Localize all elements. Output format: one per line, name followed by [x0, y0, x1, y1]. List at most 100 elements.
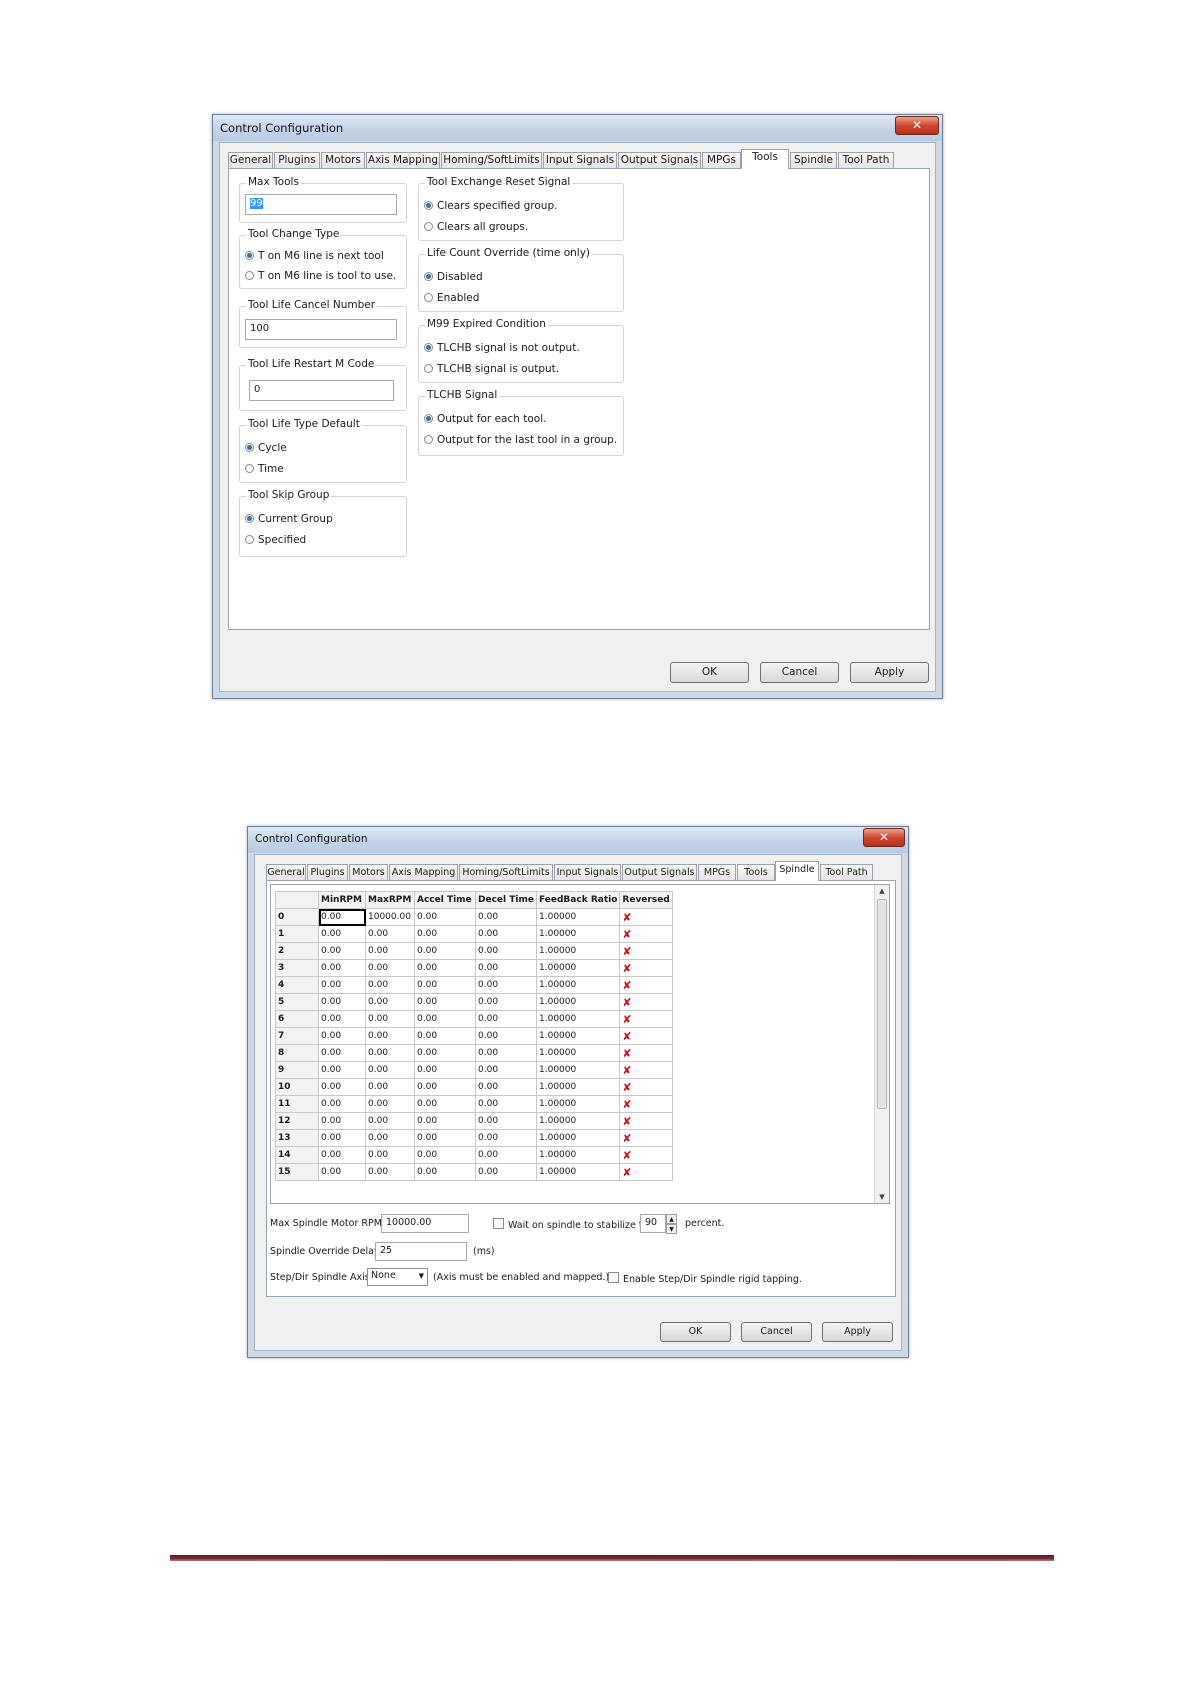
radio-current-group[interactable]: Current Group: [245, 513, 333, 525]
table-cell[interactable]: 0.00: [318, 1112, 366, 1130]
tab-spindle[interactable]: Spindle: [790, 152, 837, 168]
override-delay-input[interactable]: 25: [375, 1242, 467, 1261]
table-row[interactable]: 3 0.00 0.00 0.00 0.00 1.00000 ✘: [275, 959, 674, 977]
table-cell[interactable]: 1.00000: [535, 1078, 621, 1096]
table-cell[interactable]: 0.00: [475, 1044, 537, 1062]
table-cell[interactable]: 0.00: [414, 1044, 476, 1062]
radio-t-on-m6-next[interactable]: T on M6 line is next tool: [245, 250, 384, 262]
tab-general[interactable]: General: [266, 864, 306, 880]
table-cell[interactable]: 0.00: [365, 942, 415, 960]
radio-disabled[interactable]: Disabled: [424, 271, 483, 283]
reversed-x-icon[interactable]: ✘: [619, 1044, 674, 1062]
table-cell[interactable]: 0.00: [318, 976, 366, 994]
table-cell[interactable]: 0.00: [475, 1061, 537, 1079]
tab-plugins[interactable]: Plugins: [307, 864, 348, 880]
tab-output-signals[interactable]: Output Signals: [618, 152, 701, 168]
table-cell[interactable]: 0.00: [318, 942, 366, 960]
table-cell[interactable]: 0.00: [475, 942, 537, 960]
table-cell[interactable]: 0.00: [414, 1129, 476, 1147]
table-row[interactable]: 2 0.00 0.00 0.00 0.00 1.00000 ✘: [275, 942, 674, 960]
table-cell[interactable]: 0.00: [318, 1129, 366, 1147]
table-cell[interactable]: 0.00: [475, 1027, 537, 1045]
table-cell[interactable]: 0.00: [318, 993, 366, 1011]
ok-button[interactable]: OK: [670, 662, 749, 683]
table-row[interactable]: 10 0.00 0.00 0.00 0.00 1.00000 ✘: [275, 1078, 674, 1096]
tab-output-signals[interactable]: Output Signals: [622, 864, 697, 880]
close-button[interactable]: ✕: [895, 116, 939, 135]
tab-input-signals[interactable]: Input Signals: [543, 152, 617, 168]
table-cell[interactable]: 0.00: [475, 976, 537, 994]
radio-output-last-tool[interactable]: Output for the last tool in a group.: [424, 434, 617, 446]
table-row[interactable]: 11 0.00 0.00 0.00 0.00 1.00000 ✘: [275, 1095, 674, 1113]
table-cell[interactable]: 0.00: [475, 993, 537, 1011]
table-cell[interactable]: 0.00: [365, 1095, 415, 1113]
apply-button[interactable]: Apply: [822, 1322, 893, 1342]
tool-life-restart-input[interactable]: 0: [249, 380, 394, 401]
table-cell[interactable]: 0.00: [414, 1146, 476, 1164]
table-cell[interactable]: 0.00: [365, 1010, 415, 1028]
radio-cycle[interactable]: Cycle: [245, 442, 287, 454]
table-cell[interactable]: 0.00: [318, 1146, 366, 1164]
table-cell[interactable]: 0.00: [475, 1146, 537, 1164]
max-tools-input[interactable]: 99: [245, 194, 397, 215]
title-bar[interactable]: Control Configuration ✕: [248, 827, 908, 853]
tab-mpgs[interactable]: MPGs: [702, 152, 741, 168]
tab-input-signals[interactable]: Input Signals: [554, 864, 621, 880]
table-cell[interactable]: 0.00: [475, 1010, 537, 1028]
radio-specified[interactable]: Specified: [245, 534, 306, 546]
table-cell[interactable]: 0.00: [365, 1112, 415, 1130]
table-row[interactable]: 0 0.00 10000.00 0.00 0.00 1.00000 ✘: [275, 908, 674, 926]
table-cell[interactable]: 0.00: [318, 1044, 366, 1062]
table-cell[interactable]: 0.00: [475, 959, 537, 977]
radio-t-on-m6-use[interactable]: T on M6 line is tool to use.: [245, 270, 396, 282]
table-cell[interactable]: 0.00: [365, 976, 415, 994]
table-cell[interactable]: 0.00: [414, 1163, 476, 1181]
tab-homing-softlimits[interactable]: Homing/SoftLimits: [459, 864, 553, 880]
table-cell[interactable]: 0.00: [414, 1112, 476, 1130]
table-row[interactable]: 5 0.00 0.00 0.00 0.00 1.00000 ✘: [275, 993, 674, 1011]
table-cell[interactable]: 0.00: [365, 1078, 415, 1096]
reversed-x-icon[interactable]: ✘: [619, 1146, 674, 1164]
tab-motors[interactable]: Motors: [321, 152, 365, 168]
radio-output-each-tool[interactable]: Output for each tool.: [424, 413, 546, 425]
cancel-button[interactable]: Cancel: [741, 1322, 812, 1342]
tab-spindle[interactable]: Spindle: [775, 861, 819, 881]
table-cell[interactable]: 1.00000: [535, 976, 621, 994]
table-cell[interactable]: 1.00000: [535, 908, 621, 926]
reversed-x-icon[interactable]: ✘: [619, 1061, 674, 1079]
table-cell[interactable]: 1.00000: [535, 942, 621, 960]
table-cell[interactable]: 0.00: [318, 959, 366, 977]
table-cell[interactable]: 0.00: [414, 925, 476, 943]
table-cell[interactable]: 0.00: [414, 908, 476, 926]
table-cell[interactable]: 0.00: [475, 925, 537, 943]
radio-tlchb-not-output[interactable]: TLCHB signal is not output.: [424, 342, 580, 354]
table-cell[interactable]: 0.00: [318, 1027, 366, 1045]
radio-clears-all[interactable]: Clears all groups.: [424, 221, 528, 233]
cancel-button[interactable]: Cancel: [760, 662, 839, 683]
radio-clears-specified[interactable]: Clears specified group.: [424, 200, 557, 212]
apply-button[interactable]: Apply: [850, 662, 929, 683]
table-cell[interactable]: 0.00: [414, 959, 476, 977]
table-cell[interactable]: 1.00000: [535, 959, 621, 977]
table-row[interactable]: 15 0.00 0.00 0.00 0.00 1.00000 ✘: [275, 1163, 674, 1181]
table-cell[interactable]: 1.00000: [535, 1129, 621, 1147]
table-cell[interactable]: 0.00: [365, 1061, 415, 1079]
table-cell[interactable]: 1.00000: [535, 1044, 621, 1062]
vertical-scrollbar[interactable]: ▲ ▼: [874, 885, 889, 1203]
spin-up-icon[interactable]: ▲: [666, 1214, 677, 1224]
reversed-x-icon[interactable]: ✘: [619, 959, 674, 977]
tab-axis-mapping[interactable]: Axis Mapping: [366, 152, 440, 168]
table-cell[interactable]: 1.00000: [535, 925, 621, 943]
reversed-x-icon[interactable]: ✘: [619, 1010, 674, 1028]
table-cell[interactable]: 1.00000: [535, 1061, 621, 1079]
table-cell[interactable]: 0.00: [414, 1010, 476, 1028]
reversed-x-icon[interactable]: ✘: [619, 908, 674, 926]
table-row[interactable]: 1 0.00 0.00 0.00 0.00 1.00000 ✘: [275, 925, 674, 943]
scroll-up-icon[interactable]: ▲: [875, 885, 889, 897]
table-cell[interactable]: 0.00: [318, 925, 366, 943]
table-cell[interactable]: 0.00: [365, 959, 415, 977]
table-row[interactable]: 13 0.00 0.00 0.00 0.00 1.00000 ✘: [275, 1129, 674, 1147]
table-row[interactable]: 8 0.00 0.00 0.00 0.00 1.00000 ✘: [275, 1044, 674, 1062]
table-cell[interactable]: 0.00: [475, 1095, 537, 1113]
tab-tools[interactable]: Tools: [741, 149, 789, 169]
